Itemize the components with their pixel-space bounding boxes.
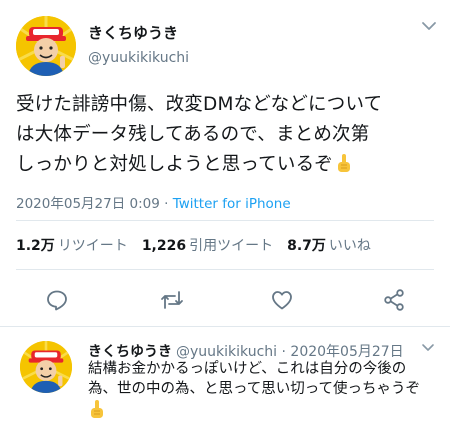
quote-count[interactable]: 1,226 [142, 238, 186, 254]
tweet-text-line: は大体データ残してあるので、まとめ次第 [16, 124, 370, 145]
index-pointing-up-icon [337, 154, 350, 172]
chevron-down-icon[interactable] [421, 20, 437, 32]
tweet-stats: 1.2万 リツイート 1,226 引用ツイート 8.7万 いいね [16, 235, 385, 255]
retweet-count[interactable]: 1.2万 [16, 238, 55, 254]
quote-label[interactable]: 引用ツイート [189, 238, 273, 254]
avatar[interactable] [16, 16, 76, 76]
reply-handle[interactable]: @yuukikikuchi [176, 344, 277, 360]
like-label[interactable]: いいね [329, 238, 371, 254]
source-link[interactable]: Twitter for iPhone [173, 196, 291, 212]
timestamp[interactable]: 2020年05月27日 0:09 [16, 196, 160, 212]
retweet-label[interactable]: リツイート [58, 238, 128, 254]
retweet-icon [161, 291, 183, 309]
tweet-text-line: しっかりと対処しようと思っているぞ [16, 150, 440, 180]
reply-icon [47, 290, 67, 311]
tweet-text-line-last: しっかりと対処しようと思っているぞ [16, 154, 333, 175]
meta-separator: · [159, 196, 173, 212]
reply-text-line: 為、世の中の為、と思って思い切って使っちゃうぞ [88, 381, 421, 397]
avatar-illustration [16, 16, 76, 76]
avatar[interactable] [20, 341, 72, 393]
retweet-button[interactable] [160, 288, 184, 312]
user-handle[interactable]: @yuukikikuchi [88, 50, 189, 66]
divider [16, 269, 434, 270]
display-name[interactable]: きくちゆうき [88, 22, 178, 43]
reply-text: 結構お金かかるっぽいけど、これは自分の今後の 為、世の中の為、と思って思い切って… [88, 359, 440, 422]
reply-date[interactable]: 2020年05月27日 [290, 344, 403, 360]
chevron-down-icon[interactable] [421, 343, 435, 353]
avatar-illustration [20, 341, 72, 393]
share-button[interactable] [382, 288, 406, 312]
action-bar [0, 288, 450, 312]
like-icon [272, 291, 292, 310]
like-count[interactable]: 8.7万 [287, 238, 326, 254]
reply-header: きくちゆうき @yuukikikuchi · 2020年05月27日 [88, 341, 404, 361]
reply-button[interactable] [45, 288, 69, 312]
reply-display-name[interactable]: きくちゆうき [88, 344, 172, 360]
reply-text-line: 結構お金かかるっぽいけど、これは自分の今後の [88, 361, 407, 377]
share-icon [384, 289, 404, 311]
reply-tweet[interactable]: きくちゆうき @yuukikikuchi · 2020年05月27日 結構お金かか… [0, 327, 450, 426]
divider [16, 220, 434, 221]
index-pointing-up-icon [91, 400, 103, 418]
main-tweet: きくちゆうき @yuukikikuchi 受けた誹謗中傷、改変DMなどなどについ… [0, 0, 450, 330]
like-button[interactable] [270, 288, 294, 312]
tweet-text-line: 受けた誹謗中傷、改変DMなどなどについて [16, 94, 383, 115]
tweet-meta: 2020年05月27日 0:09 · Twitter for iPhone [16, 192, 291, 212]
meta-separator: · [277, 344, 291, 360]
reply-text-line [88, 399, 440, 422]
tweet-text: 受けた誹謗中傷、改変DMなどなどについて は大体データ残してあるので、まとめ次第… [16, 90, 440, 180]
